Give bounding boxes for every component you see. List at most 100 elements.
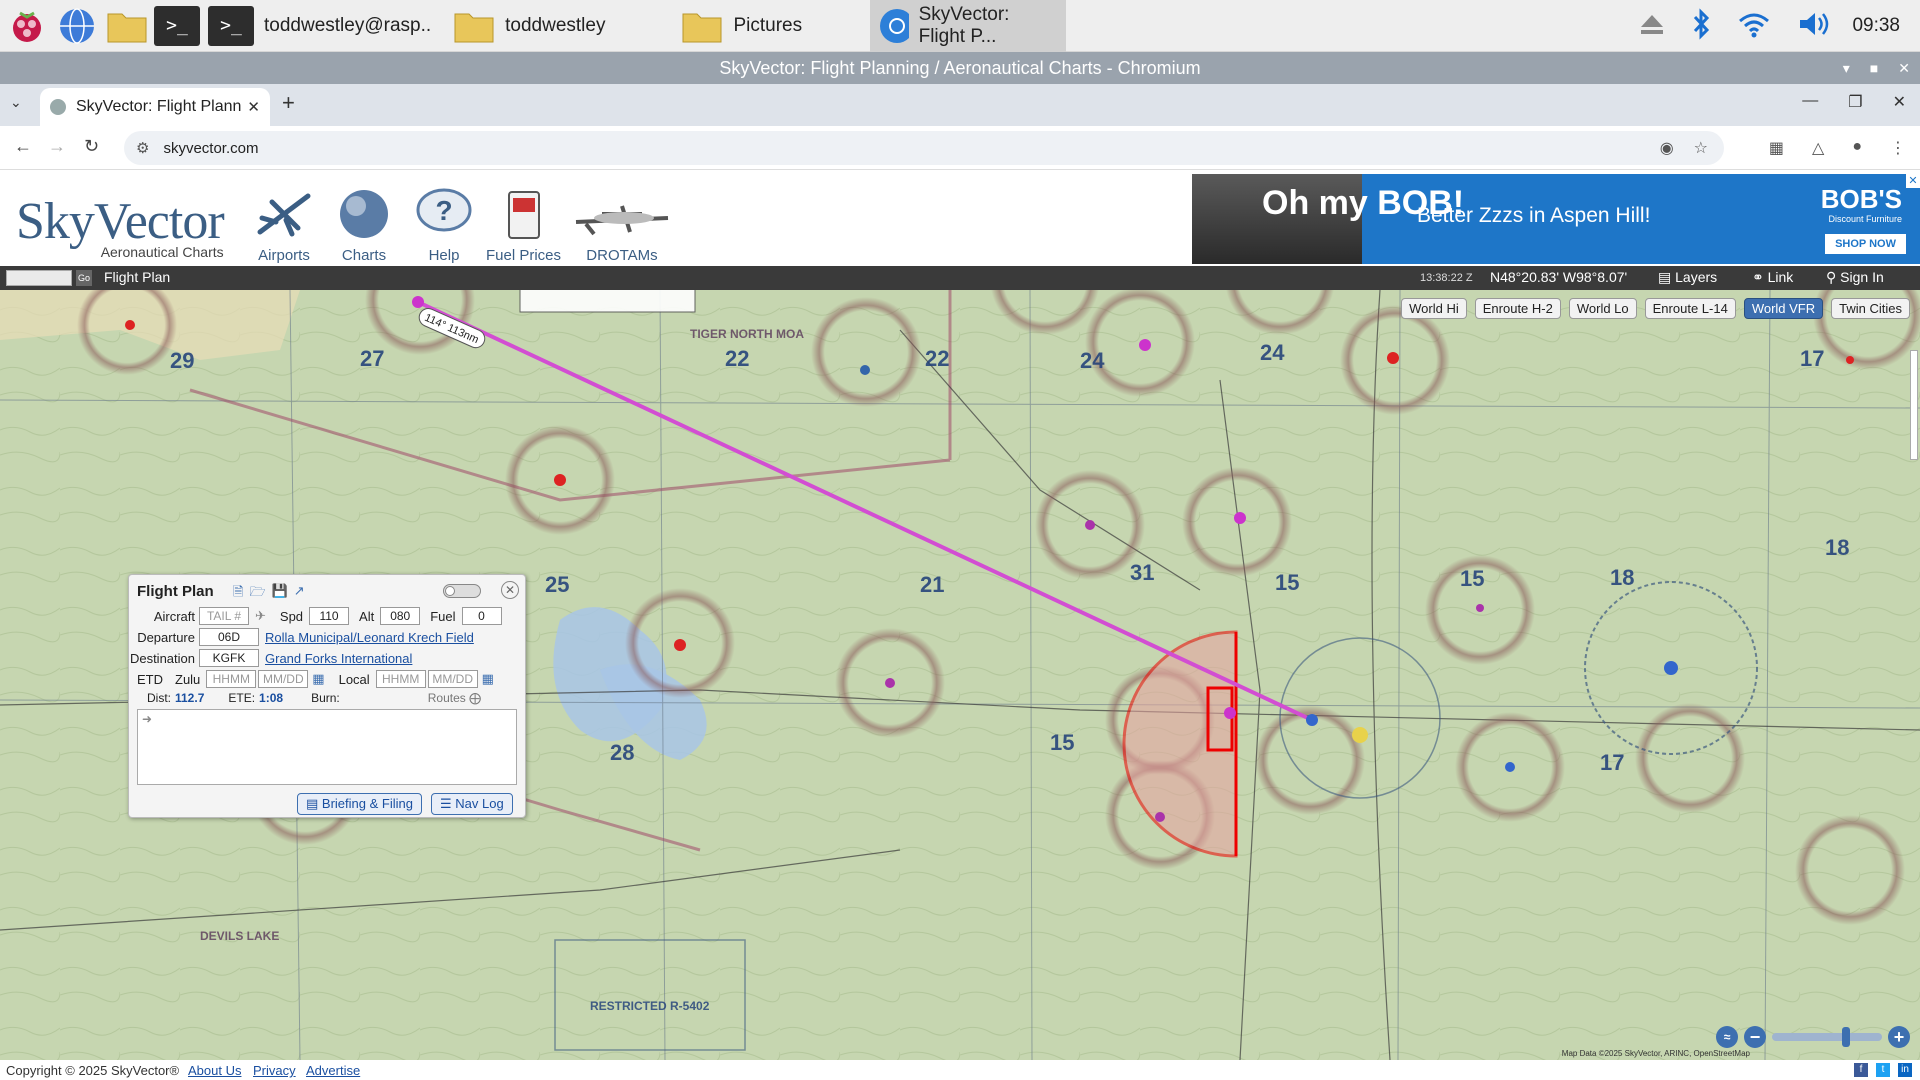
calendar-icon[interactable]: ▦ (312, 671, 324, 687)
nav-help[interactable]: ? Help (414, 188, 474, 264)
footer-link-about[interactable]: About Us (188, 1063, 241, 1078)
linkedin-icon[interactable]: in (1898, 1063, 1912, 1077)
chart-button-twin-cities[interactable]: Twin Cities (1831, 298, 1910, 319)
taskbar-pictures-window[interactable]: Pictures (673, 0, 810, 52)
speed-input[interactable]: 110 (309, 607, 350, 625)
open-folder-icon[interactable]: 🗁 (249, 583, 265, 605)
go-button[interactable]: Go (76, 270, 92, 286)
chart-type-buttons: World Hi Enroute H-2 World Lo Enroute L-… (1401, 298, 1910, 319)
zoom-out-button[interactable]: − (1744, 1026, 1766, 1048)
nav-fuel-prices[interactable]: Fuel Prices (486, 188, 561, 264)
departure-input[interactable]: 06D (199, 628, 259, 646)
forward-arrow-icon[interactable]: → (48, 136, 66, 157)
reload-icon[interactable]: ↻ (84, 136, 99, 157)
flight-plan-toolbar: 🗎 🗁 💾 ↗ (233, 583, 305, 605)
briefing-filing-button[interactable]: ▤ Briefing & Filing (297, 793, 422, 815)
map-scrollbar[interactable] (1910, 350, 1918, 460)
local-time-input[interactable]: HHMM (375, 670, 426, 688)
minimize-icon[interactable]: ▾ (1843, 60, 1850, 77)
facebook-icon[interactable]: f (1854, 1063, 1868, 1077)
extensions-puzzle-icon[interactable]: ▦ (1769, 138, 1784, 158)
skyvector-logo[interactable]: SkyVector Aeronautical Charts (16, 196, 225, 261)
fuel-input[interactable]: 0 (461, 607, 502, 625)
local-date-input[interactable]: MM/DD (427, 670, 478, 688)
routes-link[interactable]: Routes ⨁ (428, 691, 481, 705)
aircraft-tail-input[interactable]: TAIL # (199, 607, 249, 625)
taskbar-folder-window[interactable]: toddwestley (445, 0, 613, 52)
wifi-icon[interactable] (1737, 9, 1771, 44)
profile-avatar-icon[interactable]: ● (1852, 138, 1862, 158)
calendar-icon[interactable]: ▦ (482, 671, 494, 687)
tab-close-icon[interactable]: ✕ (247, 98, 260, 116)
sign-in-menu[interactable]: ⚲ Sign In (1826, 269, 1884, 286)
favicon-icon (50, 99, 66, 115)
map-attribution: Map Data ©2025 SkyVector, ARINC, OpenStr… (1561, 1049, 1750, 1058)
nav-charts[interactable]: Charts (334, 188, 394, 264)
new-tab-plus-icon[interactable]: + (282, 90, 295, 116)
chart-button-enroute-l14[interactable]: Enroute L-14 (1644, 298, 1736, 319)
copyright: Copyright © 2025 SkyVector® (6, 1063, 180, 1078)
share-icon[interactable]: ↗ (294, 583, 305, 605)
zulu-date-input[interactable]: MM/DD (258, 670, 309, 688)
terminal-icon[interactable]: >_ (154, 3, 200, 49)
taskbar-browser-window[interactable]: SkyVector: Flight P... (870, 0, 1067, 52)
volume-icon[interactable] (1797, 9, 1833, 44)
zoom-slider-knob[interactable] (1842, 1027, 1850, 1047)
zulu-time-input[interactable]: HHMM (206, 670, 257, 688)
footer-link-privacy[interactable]: Privacy (253, 1063, 296, 1078)
save-disk-icon[interactable]: 💾 (272, 583, 288, 605)
chart-button-enroute-h2[interactable]: Enroute H-2 (1474, 298, 1561, 319)
labs-flask-icon[interactable]: △ (1812, 138, 1824, 158)
zoom-slider[interactable] (1772, 1027, 1882, 1047)
minimize-icon[interactable]: — (1802, 92, 1818, 112)
back-arrow-icon[interactable]: ← (14, 136, 32, 157)
destination-airport-link[interactable]: Grand Forks International (265, 651, 412, 666)
search-input[interactable] (6, 270, 72, 286)
chart-button-world-vfr[interactable]: World VFR (1743, 298, 1824, 319)
nav-log-button[interactable]: ☰ Nav Log (431, 793, 513, 815)
zoom-in-button[interactable]: + (1888, 1026, 1910, 1048)
chart-button-world-hi[interactable]: World Hi (1401, 298, 1467, 319)
panel-toggle-switch[interactable] (443, 584, 481, 598)
taskbar-terminal-window[interactable]: >_ toddwestley@rasp.. (200, 0, 439, 52)
restore-icon[interactable]: ❐ (1848, 92, 1862, 112)
map-mode-icon[interactable]: ≈ (1716, 1026, 1738, 1048)
twitter-icon[interactable]: t (1876, 1063, 1890, 1077)
raspberry-menu-icon[interactable] (4, 3, 50, 49)
bookmark-star-icon[interactable]: ☆ (1694, 138, 1708, 158)
departure-airport-link[interactable]: Rolla Municipal/Leonard Krech Field (265, 630, 474, 645)
altitude-input[interactable]: 080 (380, 607, 421, 625)
eye-slash-icon[interactable]: ◉ (1660, 138, 1674, 158)
link-menu[interactable]: ⚭ Link (1752, 269, 1793, 286)
bluetooth-icon[interactable] (1691, 7, 1711, 45)
flight-plan-menu[interactable]: Flight Plan (104, 269, 170, 285)
fuel-pump-icon (507, 191, 540, 239)
close-icon[interactable]: ✕ (501, 581, 519, 599)
ad-close-icon[interactable]: ✕ (1906, 174, 1920, 188)
site-info-icon[interactable]: ⚙ (136, 139, 149, 157)
clock[interactable]: 09:38 (1852, 15, 1900, 37)
ad-brand-sub: Discount Furniture (1828, 214, 1902, 224)
destination-input[interactable]: KGFK (199, 649, 259, 667)
address-bar[interactable]: ⚙ skyvector.com ◉ ☆ (124, 131, 1724, 165)
layers-menu[interactable]: ▤ Layers (1658, 269, 1717, 286)
advertisement-banner[interactable]: Oh my BOB! Better Zzzs in Aspen Hill! BO… (1192, 174, 1920, 264)
new-document-icon[interactable]: 🗎 (233, 583, 243, 605)
folder-icon (454, 13, 494, 42)
aircraft-plane-icon[interactable]: ✈ (255, 608, 266, 624)
footer-link-advertise[interactable]: Advertise (306, 1063, 360, 1078)
tab-search-chevron-down-icon[interactable]: ⌄ (10, 94, 22, 111)
web-browser-globe-icon[interactable] (54, 3, 100, 49)
route-textarea[interactable]: ➜ (137, 709, 517, 785)
nav-drotams[interactable]: DROTAMs (572, 188, 672, 264)
close-icon[interactable]: ✕ (1898, 60, 1910, 77)
browser-tab-active[interactable]: SkyVector: Flight Plann ✕ (40, 88, 270, 126)
chart-button-world-lo[interactable]: World Lo (1568, 298, 1637, 319)
maximize-icon[interactable]: ■ (1870, 60, 1878, 76)
kebab-menu-icon[interactable]: ⋮ (1890, 138, 1906, 158)
close-icon[interactable]: ✕ (1893, 92, 1906, 112)
ad-shop-button[interactable]: SHOP NOW (1825, 234, 1906, 254)
eject-icon[interactable] (1639, 12, 1665, 41)
file-manager-icon[interactable] (104, 3, 150, 49)
nav-airports[interactable]: Airports (252, 188, 316, 264)
